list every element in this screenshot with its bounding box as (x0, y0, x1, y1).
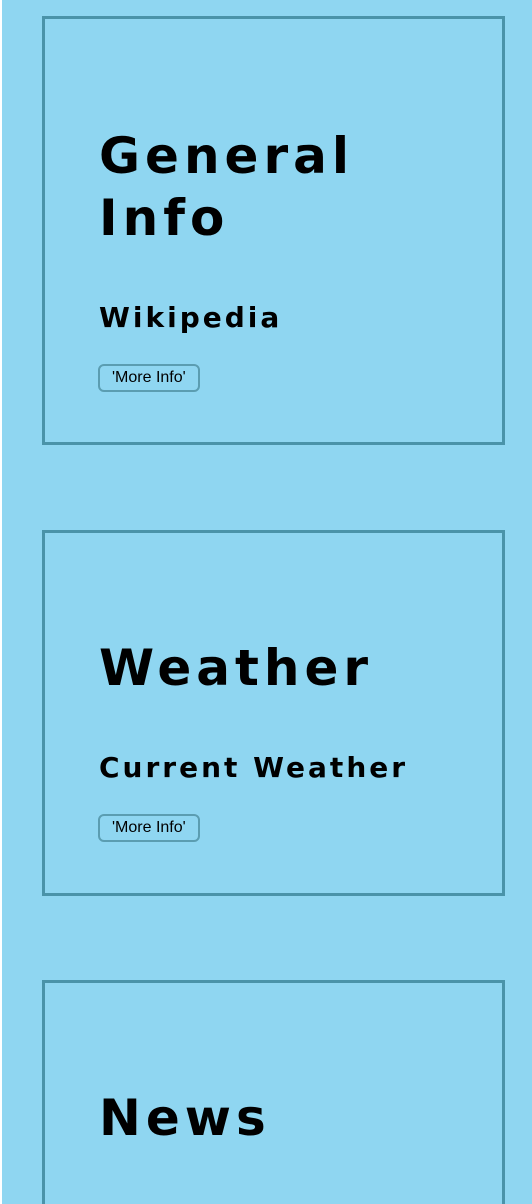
card-title: News (99, 1089, 271, 1147)
card-weather: Weather Current Weather 'More Info' (42, 530, 505, 896)
card-title: General Info (99, 127, 354, 247)
card-general-info: General Info Wikipedia 'More Info' (42, 16, 505, 445)
more-info-button[interactable]: 'More Info' (98, 364, 200, 392)
more-info-button[interactable]: 'More Info' (98, 814, 200, 842)
page-background: General Info Wikipedia 'More Info' Weath… (2, 0, 532, 1204)
card-subtitle: Wikipedia (99, 301, 283, 334)
card-title: Weather (99, 639, 374, 697)
card-news: News (42, 980, 505, 1204)
card-subtitle: Current Weather (99, 751, 409, 784)
